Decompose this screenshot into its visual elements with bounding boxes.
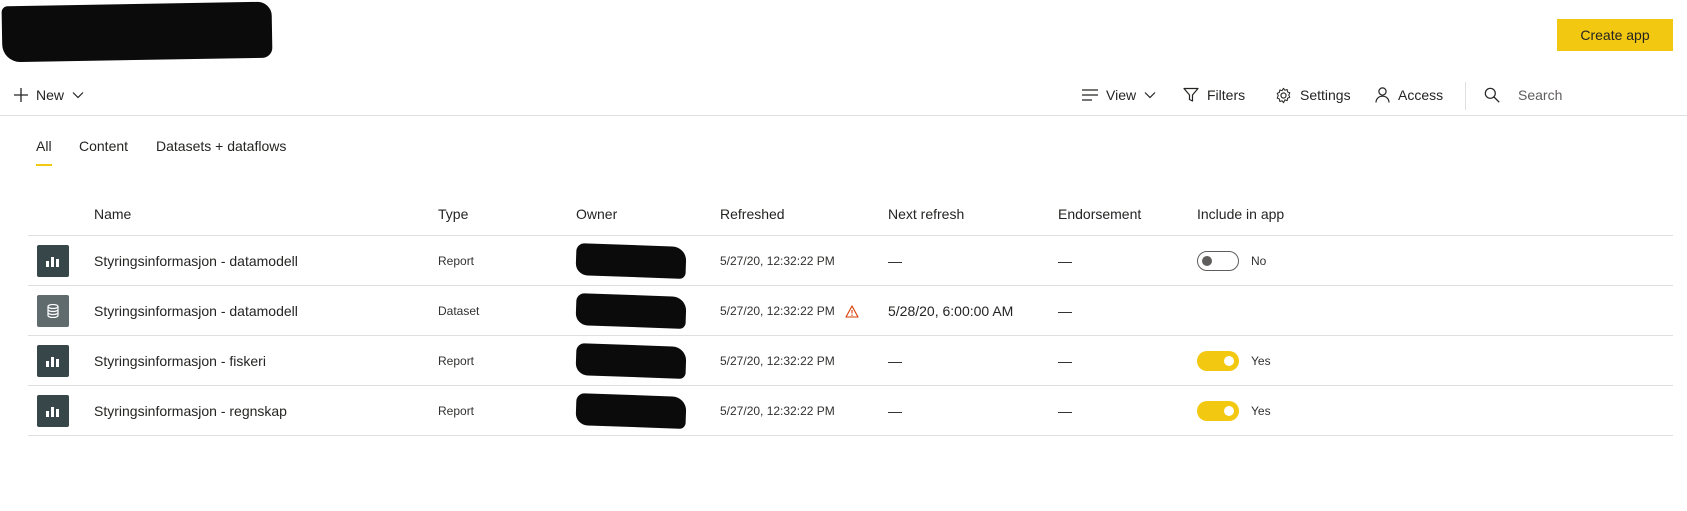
column-header-refreshed[interactable]: Refreshed — [720, 206, 785, 222]
list-icon — [1082, 89, 1098, 101]
column-header-next-refresh[interactable]: Next refresh — [888, 206, 964, 222]
endorsement: — — [1058, 253, 1072, 269]
new-button[interactable]: New — [14, 74, 84, 116]
search-box[interactable] — [1484, 74, 1687, 116]
filters-label: Filters — [1207, 87, 1246, 103]
redacted-owner — [575, 393, 687, 429]
refreshed-cell: 5/27/20, 12:32:22 PM — [720, 386, 835, 436]
warning-icon[interactable] — [845, 304, 859, 318]
column-header-owner[interactable]: Owner — [576, 206, 617, 222]
plus-icon — [14, 88, 28, 102]
report-icon — [37, 345, 69, 377]
column-header-name[interactable]: Name — [94, 206, 131, 222]
table-header: Name Type Owner Refreshed Next refresh E… — [28, 196, 1673, 236]
next-refresh: 5/28/20, 6:00:00 AM — [888, 303, 1014, 319]
toggle-knob — [1224, 356, 1234, 366]
row-icon-cell — [37, 386, 69, 436]
include-in-app-cell: No — [1197, 236, 1266, 286]
refreshed-time: 5/27/20, 12:32:22 PM — [720, 304, 835, 318]
item-name-link[interactable]: Styringsinformasjon - fiskeri — [94, 336, 266, 386]
search-icon — [1484, 87, 1500, 103]
toolbar: New View Filters Settings Access — [0, 74, 1687, 116]
item-type: Report — [438, 354, 475, 368]
filters-button[interactable]: Filters — [1183, 74, 1245, 116]
person-icon — [1375, 87, 1390, 103]
view-button[interactable]: View — [1082, 74, 1156, 116]
owner-cell — [575, 336, 687, 386]
include-in-app-cell: Yes — [1197, 336, 1271, 386]
endorsement: — — [1058, 303, 1072, 319]
next-refresh: — — [888, 353, 902, 369]
row-icon-cell — [37, 286, 69, 336]
column-header-include-in-app[interactable]: Include in app — [1197, 206, 1284, 222]
include-state-label: Yes — [1251, 354, 1271, 368]
toolbar-divider — [1465, 82, 1466, 110]
include-toggle[interactable] — [1197, 401, 1239, 421]
owner-cell — [575, 386, 687, 436]
refreshed-time: 5/27/20, 12:32:22 PM — [720, 354, 835, 368]
tab-content[interactable]: Content — [79, 138, 128, 154]
settings-label: Settings — [1300, 87, 1351, 103]
report-icon — [37, 395, 69, 427]
search-input[interactable] — [1518, 87, 1687, 103]
dataset-icon — [37, 295, 69, 327]
filter-icon — [1183, 87, 1199, 102]
refreshed-cell: 5/27/20, 12:32:22 PM — [720, 236, 835, 286]
owner-cell — [575, 236, 687, 286]
item-type: Report — [438, 254, 475, 268]
include-toggle[interactable] — [1197, 251, 1239, 271]
tab-all[interactable]: All — [36, 138, 52, 166]
include-state-label: Yes — [1251, 404, 1271, 418]
next-refresh: — — [888, 403, 902, 419]
table-row[interactable]: Styringsinformasjon - regnskap Report 5/… — [28, 386, 1673, 436]
redacted-owner — [575, 343, 687, 379]
gear-icon — [1276, 87, 1291, 103]
redacted-workspace-name — [1, 1, 273, 63]
item-name-link[interactable]: Styringsinformasjon - regnskap — [94, 386, 287, 436]
owner-cell — [575, 286, 687, 336]
endorsement: — — [1058, 403, 1072, 419]
item-type: Dataset — [438, 304, 480, 318]
item-type: Report — [438, 404, 475, 418]
toggle-knob — [1224, 406, 1234, 416]
refreshed-cell: 5/27/20, 12:32:22 PM — [720, 286, 859, 336]
column-header-endorsement[interactable]: Endorsement — [1058, 206, 1141, 222]
report-icon — [37, 245, 69, 277]
chevron-down-icon — [72, 92, 84, 99]
table-row[interactable]: Styringsinformasjon - fiskeri Report 5/2… — [28, 336, 1673, 386]
include-in-app-cell: Yes — [1197, 386, 1271, 436]
access-label: Access — [1398, 87, 1444, 103]
row-icon-cell — [37, 336, 69, 386]
refreshed-time: 5/27/20, 12:32:22 PM — [720, 404, 835, 418]
refreshed-time: 5/27/20, 12:32:22 PM — [720, 254, 835, 268]
include-toggle[interactable] — [1197, 351, 1239, 371]
view-label: View — [1106, 87, 1137, 103]
include-state-label: No — [1251, 254, 1267, 268]
redacted-owner — [575, 243, 687, 279]
item-name-link[interactable]: Styringsinformasjon - datamodell — [94, 286, 298, 336]
toggle-knob — [1202, 256, 1212, 266]
tab-datasets-dataflows[interactable]: Datasets + dataflows — [156, 138, 286, 154]
column-header-type[interactable]: Type — [438, 206, 468, 222]
item-name-link[interactable]: Styringsinformasjon - datamodell — [94, 236, 298, 286]
table-row[interactable]: Styringsinformasjon - datamodell Dataset… — [28, 286, 1673, 336]
endorsement: — — [1058, 353, 1072, 369]
content-table: Name Type Owner Refreshed Next refresh E… — [28, 196, 1673, 436]
next-refresh: — — [888, 253, 902, 269]
access-button[interactable]: Access — [1375, 74, 1443, 116]
settings-button[interactable]: Settings — [1275, 74, 1351, 116]
table-row[interactable]: Styringsinformasjon - datamodell Report … — [28, 236, 1673, 286]
row-icon-cell — [37, 236, 69, 286]
redacted-owner — [575, 293, 687, 329]
chevron-down-icon — [1144, 92, 1156, 99]
new-label: New — [36, 87, 65, 103]
create-app-button[interactable]: Create app — [1557, 19, 1673, 51]
refreshed-cell: 5/27/20, 12:32:22 PM — [720, 336, 835, 386]
